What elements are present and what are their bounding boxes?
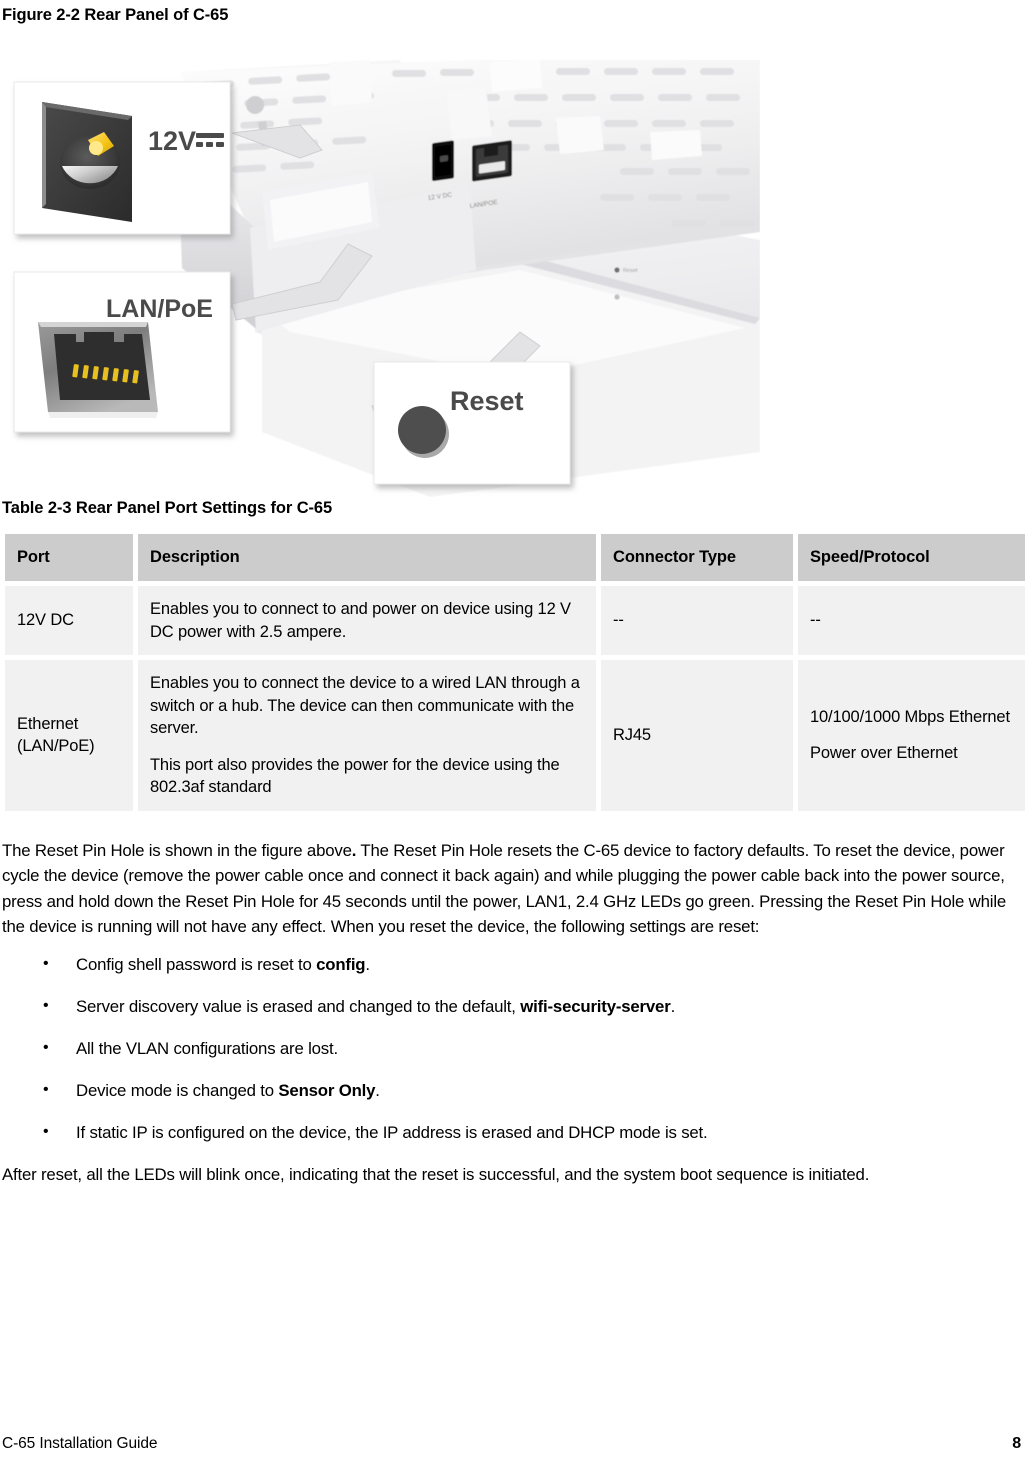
- list-item: • All the VLAN configurations are lost.: [0, 1036, 1025, 1061]
- cell-speed-protocol: --: [798, 586, 1025, 655]
- figure-rear-panel: 12 V DC LAN/POE Reset 12V LAN/PoE Reset: [0, 32, 1025, 497]
- callout-lan-label: LAN/PoE: [106, 295, 213, 323]
- reset-paragraph-lead: The Reset Pin Hole is shown in the figur…: [2, 840, 352, 860]
- footer-page-number: 8: [1012, 1435, 1021, 1452]
- list-item-text: Server discovery value is erased and cha…: [76, 996, 521, 1016]
- column-header-connector-type: Connector Type: [601, 534, 793, 581]
- bullet-icon: •: [43, 1122, 49, 1140]
- list-item: • Device mode is changed to Sensor Only.: [0, 1078, 1025, 1103]
- reset-description-paragraph: The Reset Pin Hole is shown in the figur…: [0, 838, 1025, 940]
- list-item-suffix: .: [365, 954, 370, 974]
- list-item: • If static IP is configured on the devic…: [0, 1120, 1025, 1145]
- cell-description: Enables you to connect to and power on d…: [138, 586, 596, 655]
- list-item-text: Config shell password is reset to: [76, 954, 317, 974]
- reset-settings-list: • Config shell password is reset to confi…: [0, 952, 1025, 1145]
- svg-text:Reset: Reset: [623, 268, 638, 274]
- list-item-text: Device mode is changed to: [76, 1080, 279, 1100]
- list-item: • Server discovery value is erased and ch…: [0, 994, 1025, 1019]
- cell-description: Enables you to connect the device to a w…: [138, 660, 596, 811]
- rear-panel-port-settings-table: Port Description Connector Type Speed/Pr…: [0, 529, 1025, 816]
- page-footer: C-65 Installation Guide 8: [0, 1435, 1025, 1453]
- table-row: Ethernet (LAN/PoE) Enables you to connec…: [5, 660, 1025, 811]
- column-header-speed-protocol: Speed/Protocol: [798, 534, 1025, 581]
- cell-port: Ethernet (LAN/PoE): [5, 660, 133, 811]
- bullet-icon: •: [43, 954, 49, 972]
- list-item-suffix: .: [670, 996, 676, 1016]
- cell-description-paragraph: Enables you to connect to and power on d…: [150, 600, 571, 641]
- cell-speed-paragraph: Power over Ethernet: [810, 744, 958, 763]
- callout-12v-label: 12V: [148, 126, 196, 156]
- footer-doc-title: C-65 Installation Guide: [2, 1435, 158, 1452]
- figure-caption: Figure 2-2 Rear Panel of C-65: [2, 6, 229, 24]
- table-caption: Table 2-3 Rear Panel Port Settings for C…: [2, 499, 333, 517]
- list-item-emphasis: Sensor Only: [278, 1080, 376, 1100]
- callout-reset-label: Reset: [450, 386, 524, 416]
- column-header-description: Description: [138, 534, 596, 581]
- list-item-emphasis: wifi-security-server: [520, 996, 671, 1016]
- list-item-text: All the VLAN configurations are lost.: [76, 1038, 338, 1058]
- list-item: • Config shell password is reset to confi…: [0, 952, 1025, 977]
- bullet-icon: •: [43, 996, 49, 1014]
- cell-description-paragraph: This port also provides the power for th…: [150, 755, 560, 797]
- closing-paragraph: After reset, all the LEDs will blink onc…: [2, 1164, 870, 1184]
- table-header-row: Port Description Connector Type Speed/Pr…: [5, 534, 1025, 581]
- column-header-port: Port: [5, 534, 133, 581]
- list-item-suffix: .: [375, 1080, 380, 1100]
- bullet-icon: •: [43, 1038, 49, 1056]
- cell-connector-type: --: [601, 586, 793, 655]
- rear-panel-illustration: 12 V DC LAN/POE Reset 12V LAN/PoE Reset: [13, 60, 760, 497]
- table-row: 12V DC Enables you to connect to and pow…: [5, 586, 1025, 655]
- list-item-emphasis: config: [316, 954, 366, 974]
- cell-connector-type: RJ45: [601, 660, 793, 811]
- bullet-icon: •: [43, 1080, 49, 1098]
- figure-image: 12 V DC LAN/POE Reset 12V LAN/PoE Reset: [0, 32, 760, 497]
- cell-speed-paragraph: 10/100/1000 Mbps Ethernet: [810, 707, 1010, 726]
- cell-description-paragraph: Enables you to connect the device to a w…: [150, 674, 580, 737]
- cell-speed-protocol: 10/100/1000 Mbps Ethernet Power over Eth…: [798, 660, 1025, 811]
- cell-port: 12V DC: [5, 586, 133, 655]
- cell-speed-paragraph: --: [810, 611, 821, 630]
- list-item-text: If static IP is configured on the device…: [76, 1122, 708, 1142]
- document-page: Figure 2-2 Rear Panel of C-65 12 V DC LA…: [0, 0, 1025, 1467]
